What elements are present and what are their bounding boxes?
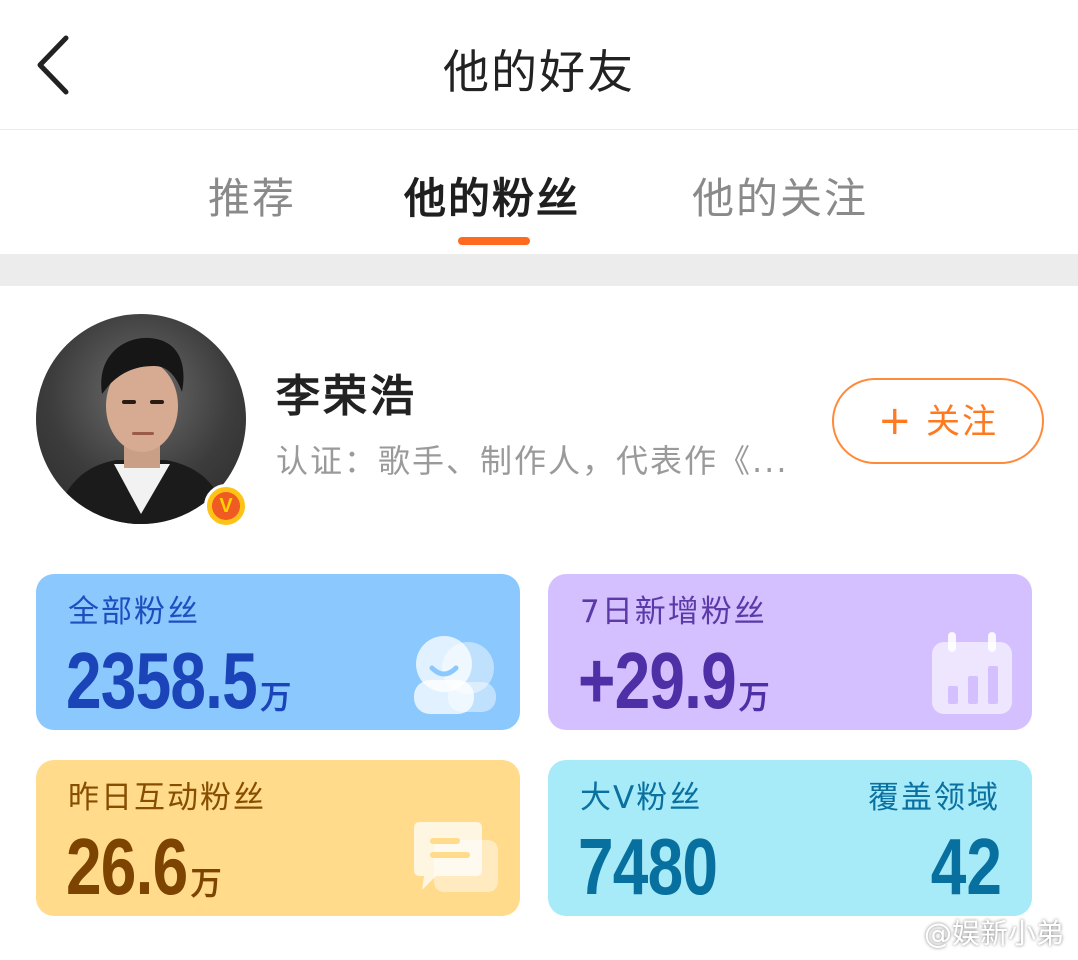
stat-number: +29.9	[578, 636, 737, 725]
section-divider	[0, 254, 1078, 286]
follow-button[interactable]: + 关注	[832, 378, 1044, 464]
tab-bar: 推荐 他的粉丝 他的关注	[0, 131, 1078, 254]
stat-label: 昨日互动粉丝	[68, 780, 266, 816]
verified-badge: V	[204, 484, 248, 528]
fans-page: 他的好友 推荐 他的粉丝 他的关注 V 李荣浩 认证：歌手、制作人，代表作《..…	[0, 0, 1078, 960]
verification-info: 认证：歌手、制作人，代表作《...	[276, 442, 789, 480]
stat-value: 7480	[578, 822, 718, 911]
domain-coverage-label: 覆盖领域	[868, 780, 1000, 816]
plus-icon: +	[878, 398, 912, 444]
users-icon	[414, 636, 496, 714]
stat-number: 26.6	[66, 822, 188, 911]
tab-his-fans[interactable]: 他的粉丝	[404, 165, 580, 226]
weibo-logo-icon	[886, 926, 916, 947]
stat-number: 2358.5	[66, 636, 258, 725]
stat-card-total-fans[interactable]: 全部粉丝 2358.5 万	[36, 574, 520, 730]
stat-value: +29.9 万	[578, 636, 770, 730]
stat-unit: 万	[190, 865, 222, 901]
chat-bubble-icon	[414, 822, 498, 892]
stat-label: 7日新增粉丝	[580, 594, 767, 630]
verified-v-icon: V	[212, 492, 240, 520]
follow-button-label: 关注	[926, 402, 998, 442]
watermark-text: @娱新小弟	[923, 917, 1064, 950]
stat-card-new-fans[interactable]: 7日新增粉丝 +29.9 万	[548, 574, 1032, 730]
stat-unit: 万	[260, 679, 291, 715]
page-title: 他的好友	[443, 45, 635, 99]
stat-card-interactive-fans[interactable]: 昨日互动粉丝 26.6万	[36, 760, 520, 916]
stat-unit: 万	[739, 679, 770, 715]
stat-value: 2358.5 万	[66, 636, 291, 730]
user-name[interactable]: 李荣浩	[276, 360, 417, 424]
active-tab-indicator	[458, 237, 530, 245]
domain-coverage-value: 42	[930, 822, 1002, 911]
calendar-chart-icon	[932, 632, 1012, 714]
stat-label: 大V粉丝	[580, 780, 703, 816]
tab-his-following[interactable]: 他的关注	[692, 165, 868, 226]
stat-label: 全部粉丝	[68, 594, 200, 630]
tab-recommend[interactable]: 推荐	[208, 165, 296, 226]
stat-value: 26.6万	[66, 822, 221, 916]
watermark: @娱新小弟	[886, 912, 1064, 952]
nav-header: 他的好友	[0, 0, 1078, 130]
stat-card-bigv-fans[interactable]: 大V粉丝 覆盖领域 7480 42	[548, 760, 1032, 916]
